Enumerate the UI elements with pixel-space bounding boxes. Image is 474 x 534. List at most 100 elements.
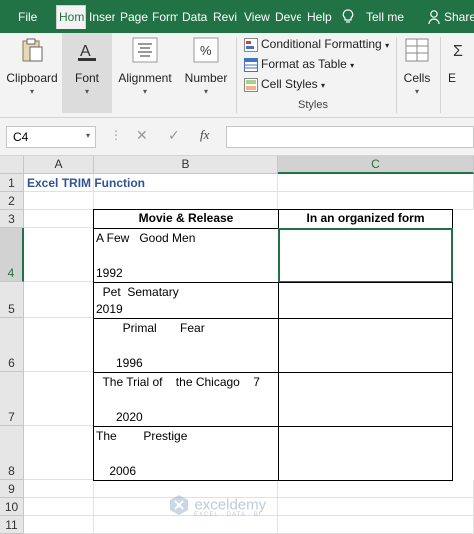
number-label: Number: [184, 71, 228, 85]
lightbulb-icon: [342, 9, 354, 23]
cell-c8[interactable]: [278, 426, 453, 481]
tab-formulas[interactable]: Form: [152, 9, 178, 25]
tab-developer[interactable]: Deve: [275, 9, 301, 25]
row-header-6[interactable]: 6: [0, 318, 24, 372]
svg-text:A: A: [80, 43, 91, 60]
editing-button[interactable]: Σ E: [444, 33, 474, 85]
cell-a6[interactable]: [24, 318, 94, 372]
share-button[interactable]: Share: [444, 9, 474, 25]
tab-view[interactable]: View: [244, 9, 270, 25]
row-header-10[interactable]: 10: [0, 498, 24, 516]
row-header-5[interactable]: 5: [0, 282, 24, 318]
chevron-down-icon: ▾: [350, 61, 355, 70]
row-header-8[interactable]: 8: [0, 426, 24, 480]
svg-text:Σ: Σ: [453, 43, 463, 60]
formula-bar: C4 ▾ ⋮ ✕ ✓ fx: [0, 118, 474, 156]
cell-a8[interactable]: [24, 426, 94, 480]
tab-home[interactable]: Hom: [56, 5, 86, 29]
font-icon: A: [78, 43, 96, 61]
tab-file[interactable]: File: [18, 9, 40, 25]
cells-button[interactable]: Cells ▾: [398, 33, 436, 96]
cell-b4[interactable]: A Few Good Men 1992: [93, 228, 279, 283]
row-header-11[interactable]: 11: [0, 516, 24, 534]
select-all-corner[interactable]: [0, 156, 24, 174]
cell-c4-selected[interactable]: [278, 228, 453, 283]
cell-a11[interactable]: [24, 516, 94, 534]
movie-year: 1992: [96, 266, 123, 280]
chevron-down-icon: ▾: [385, 41, 390, 50]
format-as-table-label: Format as Table: [261, 57, 347, 71]
cell-styles-label: Cell Styles: [261, 77, 318, 91]
more-icon: ⋮: [110, 128, 122, 142]
tab-insert[interactable]: Inser: [89, 9, 115, 25]
share-person-icon: [428, 10, 440, 25]
row-header-7[interactable]: 7: [0, 372, 24, 426]
tab-data[interactable]: Data: [182, 9, 208, 25]
row-header-9[interactable]: 9: [0, 480, 24, 498]
column-header-a[interactable]: A: [24, 156, 94, 174]
insert-function-icon[interactable]: fx: [200, 127, 209, 143]
cell-c9[interactable]: [278, 480, 474, 498]
alignment-button[interactable]: Alignment ▾: [114, 33, 176, 96]
clipboard-label: Clipboard: [6, 71, 58, 85]
cell-a7[interactable]: [24, 372, 94, 426]
cell-a3[interactable]: [24, 210, 94, 228]
movie-title: The Prestige: [96, 429, 188, 443]
enter-check-icon[interactable]: ✓: [168, 127, 180, 144]
styles-group-label: Styles: [298, 99, 328, 111]
row-header-3[interactable]: 3: [0, 210, 24, 228]
cell-a2[interactable]: [24, 192, 94, 210]
cells-icon: [405, 38, 429, 62]
cell-b2[interactable]: [94, 192, 278, 210]
cancel-icon[interactable]: ✕: [136, 127, 148, 144]
cell-c10[interactable]: [278, 498, 474, 516]
row-header-2[interactable]: 2: [0, 192, 24, 210]
cell-c6[interactable]: [278, 318, 453, 373]
cell-b5[interactable]: Pet Sematary 2019: [93, 282, 279, 319]
cell-c1[interactable]: [278, 174, 474, 192]
movie-title: A Few Good Men: [96, 231, 196, 245]
alignment-label: Alignment: [118, 71, 172, 85]
number-button[interactable]: % Number ▾: [180, 33, 232, 96]
cell-b11[interactable]: [94, 516, 278, 534]
editing-icon: Σ: [453, 43, 463, 60]
cell-a9[interactable]: [24, 480, 94, 498]
tab-page-layout[interactable]: Page: [120, 9, 148, 25]
cell-c11[interactable]: [278, 516, 474, 534]
chevron-down-icon: ▾: [414, 87, 419, 96]
exceldemy-watermark: exceldemy EXCEL · DATA · BI: [168, 494, 266, 518]
cell-c5[interactable]: [278, 282, 453, 319]
column-header-c[interactable]: C: [278, 156, 474, 174]
watermark-tagline: EXCEL · DATA · BI: [194, 512, 262, 518]
worksheet-grid: A B C 1 2 3 4 5 6 7 8 9 10 11 Excel TRIM…: [0, 156, 474, 534]
format-table-icon: [244, 57, 258, 72]
tell-me-search[interactable]: Tell me: [366, 9, 406, 25]
cell-a10[interactable]: [24, 498, 94, 516]
header-movie-release[interactable]: Movie & Release: [93, 209, 279, 229]
name-box[interactable]: C4: [6, 126, 96, 148]
column-header-b[interactable]: B: [94, 156, 278, 174]
chevron-down-icon[interactable]: ▾: [86, 131, 90, 140]
ribbon-separator: [396, 37, 397, 113]
header-organized-form[interactable]: In an organized form: [278, 209, 453, 229]
cell-b7[interactable]: The Trial of the Chicago 7 2020: [93, 372, 279, 427]
ribbon-separator: [440, 37, 441, 113]
tab-help[interactable]: Help: [307, 9, 333, 25]
cell-b6[interactable]: Primal Fear 1996: [93, 318, 279, 373]
watermark-brand: exceldemy: [194, 496, 267, 514]
chevron-down-icon: ▾: [142, 87, 147, 96]
cell-styles-button[interactable]: Cell Styles ▾: [244, 77, 325, 95]
formula-input[interactable]: [226, 126, 474, 148]
cell-b8[interactable]: The Prestige 2006: [93, 426, 279, 481]
row-header-1[interactable]: 1: [0, 174, 24, 192]
row-header-4[interactable]: 4: [0, 228, 24, 282]
clipboard-button[interactable]: Clipboard ▾: [4, 33, 60, 96]
cell-c7[interactable]: [278, 372, 453, 427]
conditional-formatting-button[interactable]: Conditional Formatting ▾: [244, 37, 389, 55]
font-button[interactable]: A Font ▾: [62, 33, 112, 113]
cell-c2[interactable]: [278, 192, 474, 210]
cell-a4[interactable]: [24, 228, 94, 282]
format-as-table-button[interactable]: Format as Table ▾: [244, 57, 354, 75]
tab-review[interactable]: Revie: [213, 9, 237, 25]
cell-a5[interactable]: [24, 282, 94, 318]
